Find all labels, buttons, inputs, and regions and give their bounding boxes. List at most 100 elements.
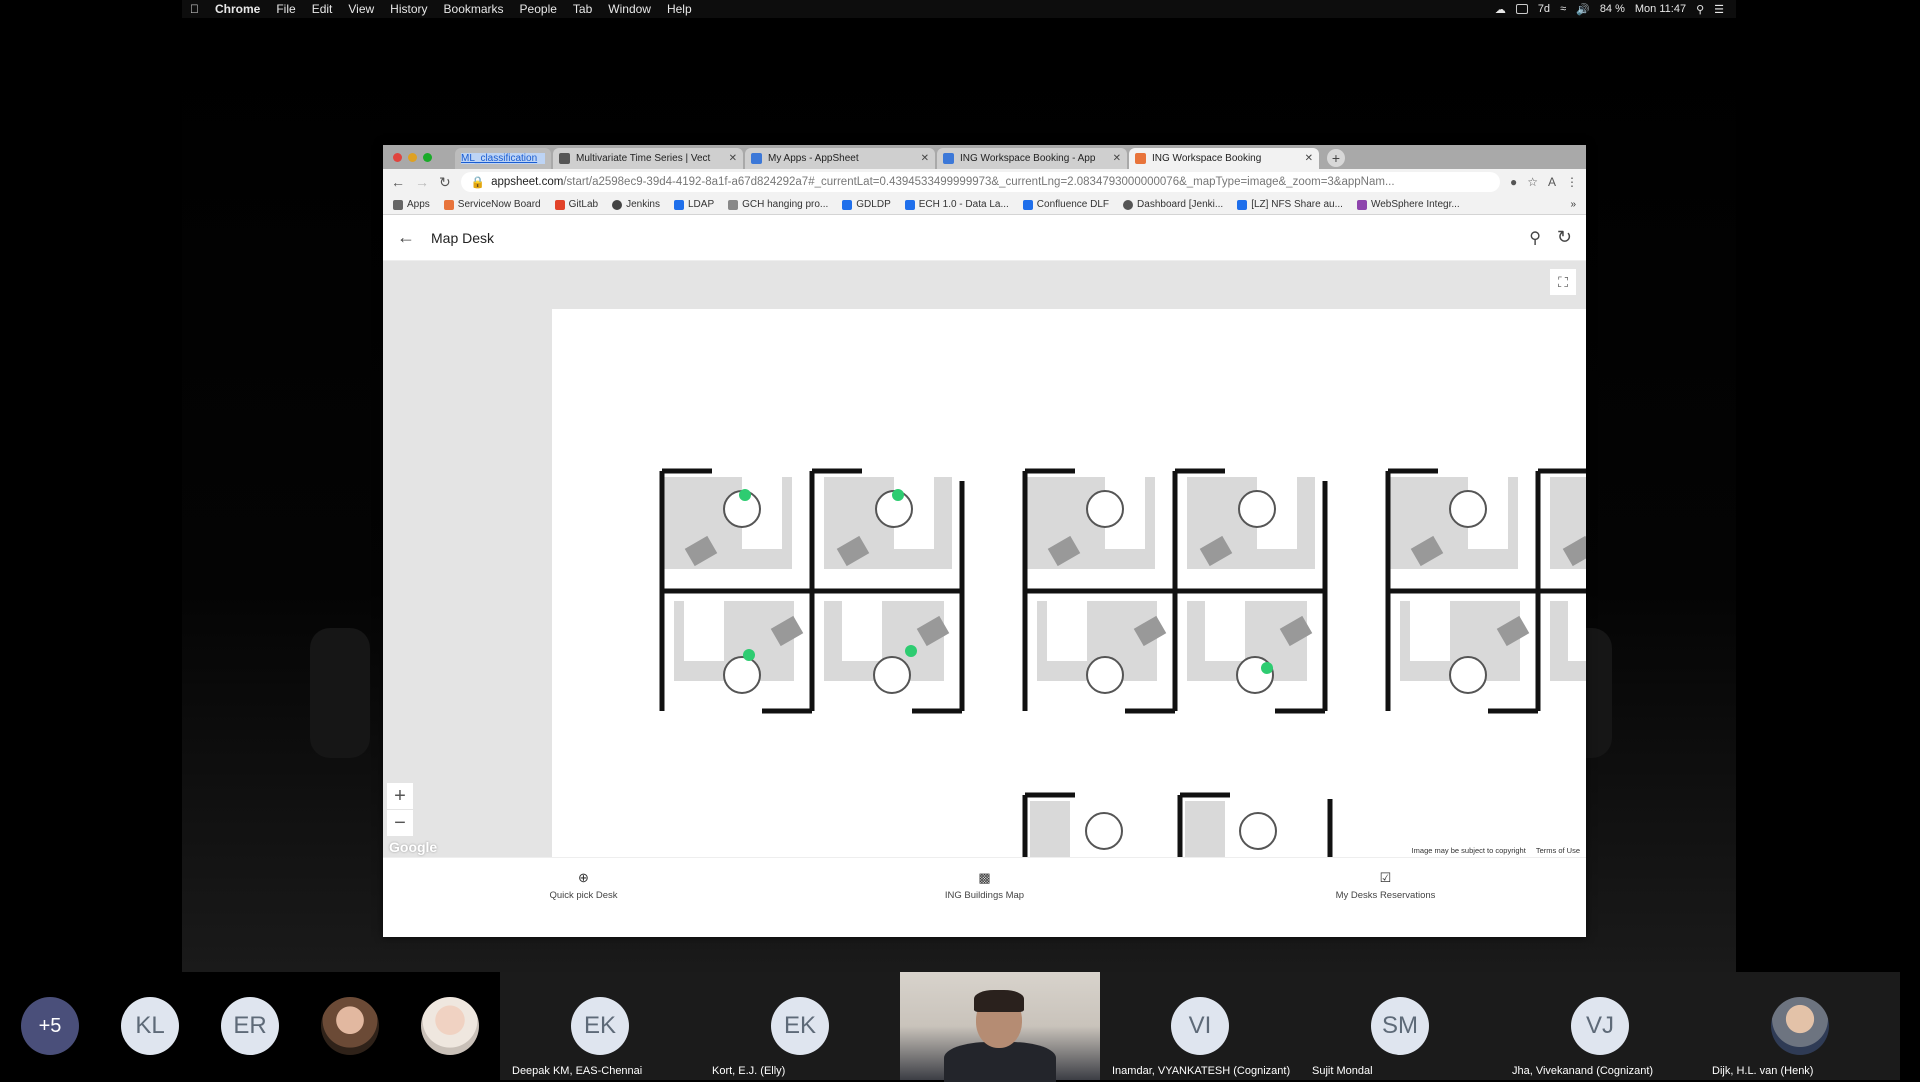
participant-tile[interactable] [300, 972, 400, 1080]
participant-tile[interactable]: SM Sujit Mondal [1300, 972, 1500, 1080]
menu-window[interactable]: Window [600, 0, 659, 18]
forward-icon[interactable]: → [415, 174, 429, 190]
mac-menubar:  Chrome File Edit View History Bookmark… [182, 0, 1736, 18]
menu-tab[interactable]: Tab [565, 0, 600, 18]
tab-title: My Apps - AppSheet [768, 153, 859, 164]
volume-icon[interactable]: 🔊 [1576, 3, 1590, 16]
new-tab-button[interactable]: + [1327, 149, 1345, 167]
confluence-icon [1022, 199, 1033, 210]
refresh-icon[interactable]: ↻ [1557, 227, 1572, 248]
close-tab-icon[interactable]: ✕ [1113, 153, 1121, 164]
close-tab-icon[interactable]: ✕ [1305, 153, 1313, 164]
bookmark-gdldp[interactable]: GDLDP [842, 199, 891, 210]
nav-buildings-map[interactable]: ▩ ING Buildings Map [784, 858, 1185, 913]
tab-my-apps[interactable]: My Apps - AppSheet ✕ [745, 148, 935, 169]
bookmarks-overflow-button[interactable]: » [1570, 199, 1576, 210]
back-arrow-icon[interactable]: ← [397, 227, 415, 248]
avatar: VJ [1571, 997, 1629, 1055]
avatar [321, 997, 379, 1055]
bookmark-confluence-dlf[interactable]: Confluence DLF [1022, 199, 1109, 210]
participant-tile[interactable]: ER [200, 972, 300, 1080]
clock[interactable]: Mon 11:47 [1635, 3, 1686, 15]
bookmark-servicenow[interactable]: ServiceNow Board [443, 199, 541, 210]
fullscreen-icon[interactable]: ⛶ [1550, 269, 1576, 295]
close-window-icon[interactable] [393, 153, 402, 162]
menu-history[interactable]: History [382, 0, 435, 18]
bookmark-gch[interactable]: GCH hanging pro... [728, 199, 828, 210]
lock-icon[interactable] [1515, 4, 1528, 14]
close-tab-icon[interactable]: ✕ [921, 153, 929, 164]
participant-overflow[interactable]: +5 [0, 972, 100, 1080]
wifi-icon[interactable]: ≈ [1560, 3, 1566, 15]
bookmark-ech[interactable]: ECH 1.0 - Data La... [904, 199, 1009, 210]
tab-ml-classification[interactable]: ML_classification [455, 148, 551, 169]
notification-center-icon[interactable]: ☰ [1714, 3, 1724, 16]
search-icon[interactable]: ⚲ [1529, 228, 1541, 248]
nav-quick-pick-desk[interactable]: ⊕ Quick pick Desk [383, 858, 784, 913]
menu-view[interactable]: View [340, 0, 382, 18]
participant-tile[interactable]: Dijk, H.L. van (Henk) [1700, 972, 1900, 1080]
menu-people[interactable]: People [512, 0, 565, 18]
menu-help[interactable]: Help [659, 0, 700, 18]
status-days[interactable]: 7d [1538, 3, 1550, 15]
menu-app-name[interactable]: Chrome [207, 0, 268, 18]
spotlight-icon[interactable]: ⚲ [1696, 3, 1704, 16]
menu-file[interactable]: File [268, 0, 303, 18]
confluence-icon [904, 199, 915, 210]
bookmark-label: GitLab [568, 199, 599, 210]
address-bar[interactable]: 🔒 appsheet.com /start/a2598ec9-39d4-4192… [460, 172, 1500, 192]
back-icon[interactable]: ← [391, 174, 405, 190]
menu-edit[interactable]: Edit [304, 0, 341, 18]
url-host: appsheet.com [491, 176, 564, 188]
zoom-out-button[interactable]: − [387, 810, 413, 836]
page-title: Map Desk [431, 229, 495, 246]
tab-ing-workspace-booking[interactable]: ING Workspace Booking ✕ [1129, 148, 1319, 169]
ing-icon [1135, 153, 1146, 164]
map-view[interactable]: ⛶ + − Google Image may be subject to cop… [383, 261, 1586, 857]
tab-title: ING Workspace Booking [1152, 153, 1262, 164]
bookmark-nfs-share[interactable]: [LZ] NFS Share au... [1237, 199, 1343, 210]
cloud-icon[interactable]: ☁ [1495, 3, 1506, 16]
participant-tile[interactable]: VJ Jha, Vivekanand (Cognizant) [1500, 972, 1700, 1080]
bookmark-ldap[interactable]: LDAP [673, 199, 714, 210]
app-header: ← Map Desk ⚲ ↻ [383, 215, 1586, 261]
target-icon: ⊕ [578, 870, 589, 885]
minimize-window-icon[interactable] [408, 153, 417, 162]
floor-plan-image[interactable] [552, 309, 1586, 857]
participant-tile[interactable] [400, 972, 500, 1080]
participant-video[interactable] [900, 972, 1100, 1082]
bookmark-dashboard[interactable]: Dashboard [Jenki... [1123, 199, 1223, 210]
close-tab-icon[interactable]: ✕ [729, 153, 737, 164]
avatar: EK [571, 997, 629, 1055]
tab-multivariate-time-series[interactable]: Multivariate Time Series | Vect ✕ [553, 148, 743, 169]
zoom-window-icon[interactable] [423, 153, 432, 162]
participant-tile[interactable]: KL [100, 972, 200, 1080]
apple-icon[interactable]:  [182, 0, 207, 18]
tab-title: Multivariate Time Series | Vect [576, 153, 711, 164]
nav-label: ING Buildings Map [944, 890, 1025, 901]
avatar: SM [1371, 997, 1429, 1055]
participant-name: Dijk, H.L. van (Henk) [1712, 1065, 1814, 1077]
battery-percent[interactable]: 84 % [1600, 3, 1625, 15]
webcam-feed [900, 972, 1100, 1082]
window-controls [393, 153, 432, 162]
tab-bar: ML_classification Multivariate Time Seri… [383, 145, 1586, 169]
gitlab-icon [554, 199, 565, 210]
more-menu-icon[interactable]: ⋮ [1566, 175, 1578, 189]
bookmark-websphere[interactable]: WebSphere Integr... [1356, 199, 1460, 210]
bookmark-jenkins[interactable]: Jenkins [612, 199, 660, 210]
tab-ing-workspace-booking-app[interactable]: ING Workspace Booking - App ✕ [937, 148, 1127, 169]
bookmark-gitlab[interactable]: GitLab [554, 199, 599, 210]
star-icon[interactable]: ☆ [1527, 175, 1538, 189]
extension-icon[interactable]: ● [1510, 175, 1517, 189]
menu-bookmarks[interactable]: Bookmarks [436, 0, 512, 18]
profile-icon[interactable]: A [1548, 175, 1556, 189]
bookmark-apps[interactable]: Apps [393, 199, 430, 210]
reload-icon[interactable]: ↻ [439, 174, 451, 191]
terms-link[interactable]: Terms of Use [1536, 846, 1580, 855]
participant-tile[interactable]: VI Inamdar, VYANKATESH (Cognizant) [1100, 972, 1300, 1080]
nav-my-reservations[interactable]: ☑ My Desks Reservations [1185, 858, 1586, 913]
zoom-in-button[interactable]: + [387, 783, 413, 809]
participant-tile[interactable]: EK Kort, E.J. (Elly) [700, 972, 900, 1080]
participant-tile[interactable]: EK Deepak KM, EAS-Chennai [500, 972, 700, 1080]
